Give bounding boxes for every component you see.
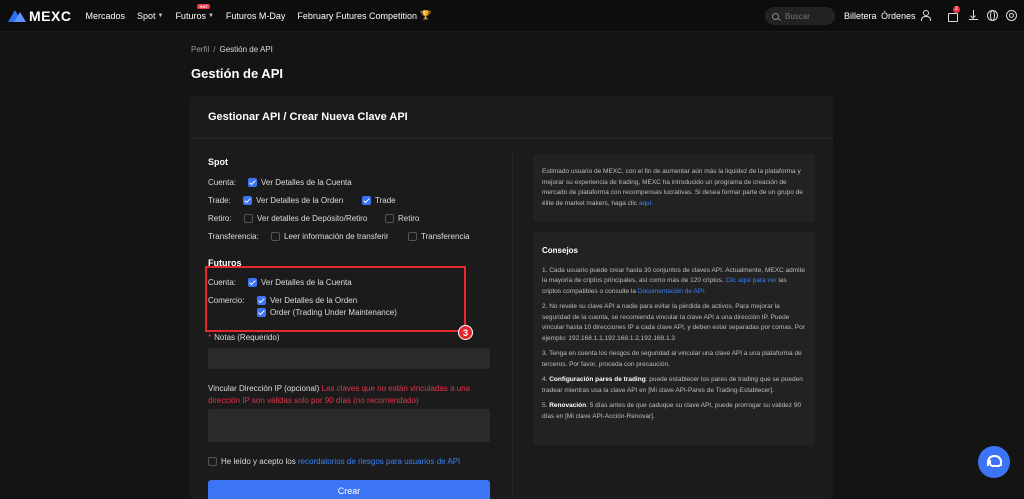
divider bbox=[190, 138, 833, 139]
agree-label: He leído y acepto los bbox=[221, 457, 296, 466]
spot-read-transfer-checkbox[interactable] bbox=[271, 232, 280, 241]
nav-orders[interactable]: Órdenes bbox=[881, 0, 916, 32]
risk-reminder-link[interactable]: recordatorios de riesgos para usuarios d… bbox=[298, 457, 460, 466]
spot-trade-option: Trade bbox=[375, 196, 396, 205]
arrow-down-icon bbox=[970, 13, 976, 19]
globe-icon[interactable] bbox=[987, 10, 998, 21]
tip-3: 3. Tenga en cuenta los riesgos de seguri… bbox=[542, 350, 802, 368]
logo-text: MEXC bbox=[29, 7, 72, 24]
ip-label: Vincular Dirección IP (opcional) Las cla… bbox=[208, 383, 478, 407]
chevron-down-icon: ▼ bbox=[157, 12, 164, 19]
download-icon[interactable] bbox=[968, 10, 979, 21]
panel-title: Gestionar API / Crear Nueva Clave API bbox=[208, 111, 408, 123]
create-button[interactable]: Crear bbox=[208, 480, 490, 499]
breadcrumb-current: Gestión de API bbox=[219, 45, 273, 54]
spot-withdraw-checkbox[interactable] bbox=[385, 214, 394, 223]
market-maker-card: Estimado usuario de MEXC, con el fin de … bbox=[533, 154, 815, 222]
search-box[interactable] bbox=[765, 7, 835, 25]
breadcrumb-separator: / bbox=[213, 45, 216, 54]
ip-label-text: Vincular Dirección IP (opcional) bbox=[208, 384, 320, 393]
nav-markets[interactable]: Mercados bbox=[85, 11, 125, 21]
nav-futures[interactable]: Futuros ▼ HOT bbox=[175, 3, 214, 21]
tip-5-prefix: 5. bbox=[542, 402, 548, 409]
gift-icon[interactable]: 2 bbox=[947, 6, 960, 22]
agree-text: He leído y acepto los recordatorios de r… bbox=[221, 457, 460, 466]
agree-checkbox[interactable] bbox=[208, 457, 217, 466]
required-star: * bbox=[208, 333, 212, 342]
tip-4: 4. Configuración pares de trading: puede… bbox=[542, 375, 806, 396]
hot-badge: HOT bbox=[197, 3, 210, 9]
tips-title: Consejos bbox=[542, 246, 579, 255]
api-panel: Gestionar API / Crear Nueva Clave API Sp… bbox=[190, 96, 833, 499]
settings-icon[interactable] bbox=[1006, 10, 1017, 21]
step-badge: 3 bbox=[458, 325, 473, 340]
mexc-logo[interactable]: MEXC bbox=[8, 8, 71, 24]
market-maker-link[interactable]: aquí. bbox=[639, 200, 653, 207]
supported-cryptos-link[interactable]: Clic aquí para ver bbox=[726, 277, 777, 284]
page-title: Gestión de API bbox=[191, 66, 283, 81]
notes-input[interactable] bbox=[208, 348, 490, 369]
tips-card: Consejos 1. Cada usuario puede crear has… bbox=[533, 232, 815, 445]
nav-competition-label: February Futures Competition bbox=[297, 10, 417, 21]
nav-spot[interactable]: Spot ▼ bbox=[137, 11, 163, 21]
tip-5-bold: Renovación bbox=[549, 402, 587, 409]
user-icon[interactable] bbox=[920, 10, 931, 21]
breadcrumb-profile[interactable]: Perfil bbox=[191, 45, 209, 54]
support-chat-button[interactable] bbox=[978, 446, 1010, 478]
tip-1: 1. Cada usuario puede crear hasta 30 con… bbox=[542, 266, 806, 298]
trophy-icon: 🏆 bbox=[419, 10, 432, 20]
nav-futures-mday[interactable]: Futuros M-Day bbox=[226, 11, 286, 21]
spot-withdraw-label: Retiro: bbox=[208, 214, 232, 223]
spot-cuenta-checkbox[interactable] bbox=[248, 178, 257, 187]
notes-label-text: Notas (Requerido) bbox=[214, 333, 280, 342]
spot-read-transfer-option: Leer información de transferir bbox=[284, 232, 389, 241]
nav-wallet[interactable]: Billetera bbox=[844, 0, 877, 32]
api-docs-link[interactable]: Documentación de API. bbox=[638, 288, 706, 295]
top-nav: MEXC Mercados Spot ▼ Futuros ▼ HOT Futuros … bbox=[0, 0, 1024, 32]
notes-label: * Notas (Requerido) bbox=[208, 333, 280, 342]
spot-deposit-details-option: Ver detalles de Depósito/Retiro bbox=[257, 214, 368, 223]
spot-transfer-label: Transferencia: bbox=[208, 232, 259, 241]
spot-withdraw-option: Retiro bbox=[398, 214, 420, 223]
chevron-down-icon: ▼ bbox=[207, 12, 214, 19]
nav-competition[interactable]: February Futures Competition 🏆 bbox=[297, 10, 431, 21]
nav-futures-label: Futuros bbox=[175, 10, 206, 21]
tip-2: 2. No revele su clave API a nadie para e… bbox=[542, 303, 805, 342]
search-input[interactable] bbox=[785, 11, 829, 21]
tip-5: 5. Renovación: 5 días antes de que caduq… bbox=[542, 401, 806, 422]
notification-badge: 2 bbox=[953, 6, 960, 13]
market-maker-text: Estimado usuario de MEXC, con el fin de … bbox=[542, 168, 803, 207]
ip-input[interactable] bbox=[208, 409, 490, 442]
spot-trade-label: Trade: bbox=[208, 196, 231, 205]
spot-section-title: Spot bbox=[208, 157, 228, 167]
highlight-box bbox=[205, 266, 466, 332]
spot-trade-checkbox[interactable] bbox=[362, 196, 371, 205]
spot-order-details-option: Ver Detalles de la Orden bbox=[256, 196, 344, 205]
spot-order-details-checkbox[interactable] bbox=[243, 196, 252, 205]
search-icon bbox=[772, 12, 779, 20]
tip-4-bold: Configuración pares de trading bbox=[549, 376, 646, 383]
spot-transfer-option: Transferencia bbox=[421, 232, 470, 241]
spot-transfer-checkbox[interactable] bbox=[408, 232, 417, 241]
spot-deposit-details-checkbox[interactable] bbox=[244, 214, 253, 223]
spot-cuenta-option: Ver Detalles de la Cuenta bbox=[261, 178, 352, 187]
spot-cuenta-label: Cuenta: bbox=[208, 178, 237, 187]
nav-spot-label: Spot bbox=[136, 10, 156, 21]
logo-icon bbox=[8, 9, 26, 22]
breadcrumb: Perfil / Gestión de API bbox=[191, 45, 273, 54]
tip-4-prefix: 4. bbox=[542, 376, 548, 383]
column-divider bbox=[512, 151, 513, 499]
